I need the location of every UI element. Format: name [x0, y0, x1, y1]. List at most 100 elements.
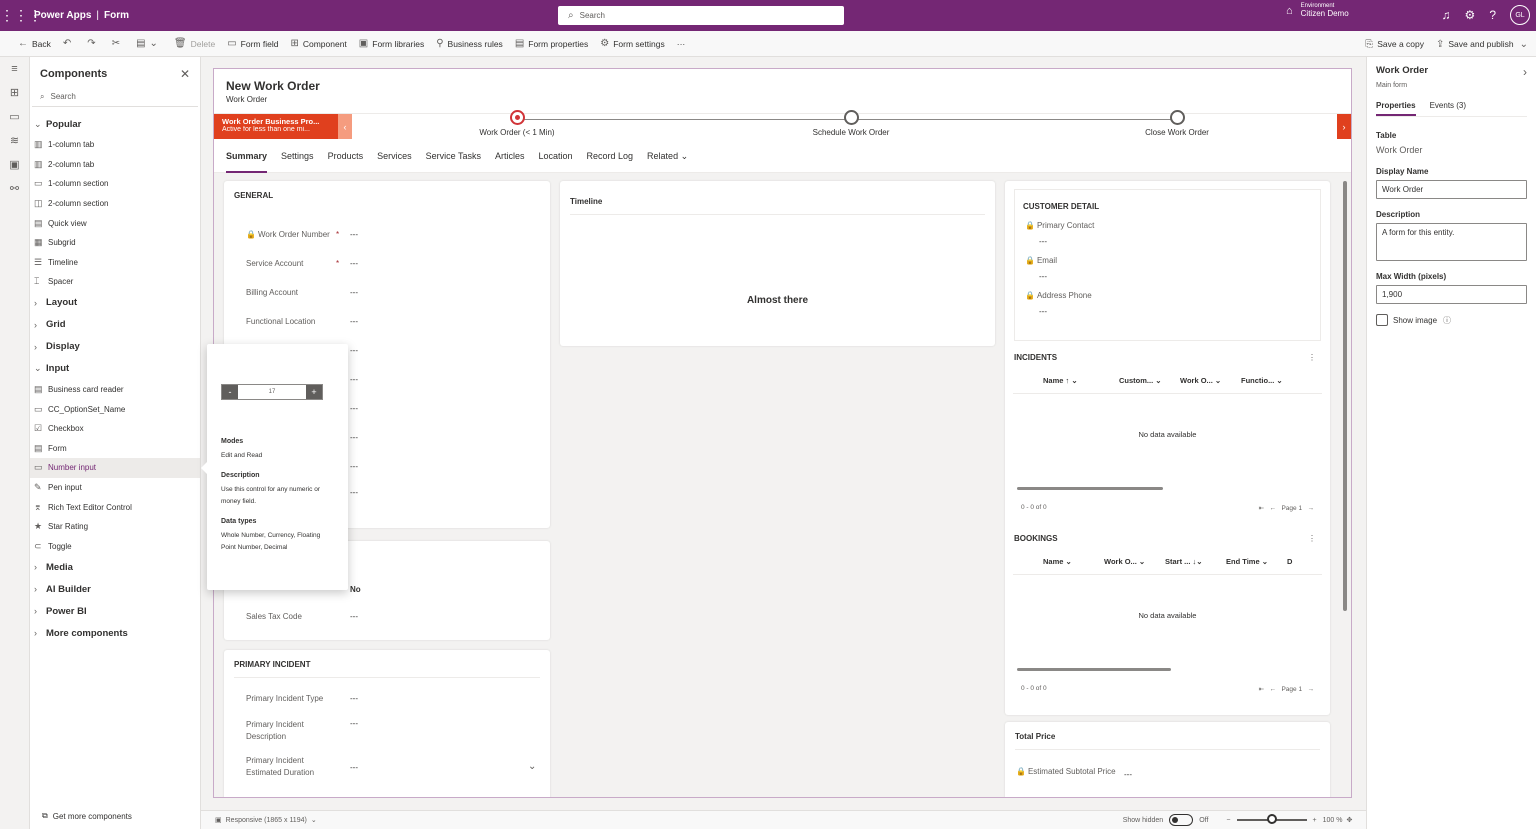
column-header[interactable]: Start ... ↓⌄	[1165, 557, 1226, 566]
display-name-input[interactable]: Work Order	[1376, 180, 1527, 199]
component-item[interactable]: ☰ Timeline	[30, 253, 200, 273]
column-header[interactable]: D	[1287, 557, 1301, 566]
more-commands-button[interactable]: ···	[677, 39, 686, 49]
column-header[interactable]: Functio... ⌄	[1241, 376, 1302, 385]
tab-related[interactable]: Related ⌄	[647, 139, 688, 173]
tab-products[interactable]: Products	[328, 139, 364, 173]
zoom-slider[interactable]	[1236, 814, 1307, 824]
notifications-icon[interactable]: ♫	[1442, 8, 1451, 22]
component-item[interactable]: ★ Star Rating	[30, 517, 200, 537]
table-columns-icon[interactable]: ▭	[0, 105, 29, 129]
responsive-selector[interactable]: Responsive (1865 x 1194)	[226, 817, 307, 824]
group-more-components[interactable]: › More components	[30, 622, 200, 644]
field-primary-incident-description[interactable]: Primary Incident Description ---	[224, 719, 550, 743]
save-copy-button[interactable]: ⎘ Save a copy	[1365, 39, 1424, 50]
section-customer-detail[interactable]: CUSTOMER DETAIL 🔒 Primary Contact --- 🔒 Em…	[1014, 189, 1321, 341]
environment-picker[interactable]: ⌂ Environment Citizen Demo	[1286, 3, 1349, 18]
first-page-icon[interactable]: ⇤	[1259, 505, 1264, 512]
app-launcher-icon[interactable]: ⋮⋮⋮	[0, 7, 42, 24]
tab-settings[interactable]: Settings	[281, 139, 314, 173]
group-grid[interactable]: › Grid	[30, 314, 200, 336]
column-header[interactable]: Work O... ⌄	[1104, 557, 1165, 566]
subgrid-bookings[interactable]: BOOKINGS ⋮ Name ⌄ Work O... ⌄ Start ... ↓…	[1005, 534, 1330, 693]
component-item[interactable]: ⌆ Rich Text Editor Control	[30, 497, 200, 517]
close-icon[interactable]: ✕	[180, 67, 190, 81]
column-header[interactable]: Name ↑ ⌄	[1043, 376, 1119, 385]
tab-record-log[interactable]: Record Log	[587, 139, 634, 173]
form-properties-button[interactable]: ▤ Form properties	[515, 38, 588, 49]
form-field-button[interactable]: ▭ Form field	[227, 38, 278, 49]
group-ai-builder[interactable]: › AI Builder	[30, 578, 200, 600]
tab-properties[interactable]: Properties	[1376, 101, 1416, 116]
field-primary-incident-duration[interactable]: Primary Incident Estimated Duration --- ⌄	[224, 755, 550, 779]
field-email[interactable]: 🔒 Email	[1015, 256, 1320, 265]
component-item[interactable]: ▤ Form	[30, 439, 200, 459]
group-display[interactable]: › Display	[30, 336, 200, 358]
info-icon[interactable]: ⓘ	[1443, 315, 1451, 326]
show-hidden-toggle[interactable]	[1169, 814, 1194, 826]
field-primary-contact[interactable]: 🔒 Primary Contact	[1015, 221, 1320, 230]
bpf-flag[interactable]: Work Order Business Pro... Active for le…	[214, 114, 352, 140]
tab-services[interactable]: Services	[377, 139, 412, 173]
more-vertical-icon[interactable]: ⋮	[1308, 353, 1316, 362]
component-item[interactable]: ▭ 1-column section	[30, 174, 200, 194]
first-page-icon[interactable]: ⇤	[1259, 686, 1264, 693]
description-textarea[interactable]: A form for this entity.	[1376, 223, 1527, 261]
chevron-left-icon[interactable]: ‹	[338, 114, 352, 140]
chevron-down-icon[interactable]: ⌄	[1520, 39, 1528, 50]
column-header[interactable]: Work O... ⌄	[1180, 376, 1241, 385]
delete-button[interactable]: 🗑 Delete	[174, 38, 215, 49]
next-page-icon[interactable]: →	[1308, 505, 1315, 512]
component-item[interactable]: ▦ Subgrid	[30, 233, 200, 253]
scrollbar-thumb[interactable]	[1343, 181, 1347, 611]
vertical-scrollbar[interactable]	[1343, 181, 1348, 611]
group-layout[interactable]: › Layout	[30, 292, 200, 314]
group-media[interactable]: › Media	[30, 556, 200, 578]
field-primary-incident-type[interactable]: Primary Incident Type ---	[224, 694, 550, 703]
chevron-right-icon[interactable]: ›	[1523, 65, 1527, 79]
zoom-out-icon[interactable]: −	[1226, 817, 1230, 824]
stage-close[interactable]: Close Work Order	[1097, 110, 1257, 137]
timeline-panel[interactable]: Timeline Almost there	[560, 181, 995, 346]
form-header[interactable]: New Work Order Work Order	[214, 69, 1351, 113]
business-rules-button[interactable]: ⚲ Business rules	[436, 38, 503, 49]
field-sales-tax-code[interactable]: Sales Tax Code ---	[224, 612, 550, 621]
form-libraries-icon[interactable]: ▣	[0, 153, 29, 177]
tree-view-icon[interactable]: ⚯	[0, 177, 29, 201]
field-address-phone[interactable]: 🔒 Address Phone	[1015, 291, 1320, 300]
horizontal-scrollbar[interactable]	[1017, 487, 1163, 490]
group-input[interactable]: ⌄ Input	[30, 358, 200, 380]
field-work-order-number[interactable]: 🔒 Work Order Number * ---	[224, 230, 550, 239]
cut-button[interactable]: ✂	[112, 38, 124, 49]
field-billing-account[interactable]: Billing Account ---	[224, 288, 550, 297]
subgrid-incidents[interactable]: INCIDENTS ⋮ Name ↑ ⌄ Custom... ⌄ Work O..…	[1005, 353, 1330, 512]
component-item[interactable]: ▤ Quick view	[30, 213, 200, 233]
avatar[interactable]: GL	[1510, 5, 1530, 25]
help-icon[interactable]: ?	[1489, 8, 1496, 22]
section-primary-incident[interactable]: PRIMARY INCIDENT Primary Incident Type --…	[224, 650, 550, 797]
max-width-input[interactable]: 1,900	[1376, 285, 1527, 304]
next-page-icon[interactable]: →	[1308, 686, 1315, 693]
component-item[interactable]: ✎ Pen input	[30, 478, 200, 498]
undo-button[interactable]: ↶	[63, 38, 75, 49]
get-more-components-link[interactable]: ⧉ Get more components	[42, 811, 132, 821]
fit-icon[interactable]: ✥	[1346, 816, 1352, 824]
component-item[interactable]: ▥ 2-column tab	[30, 155, 200, 175]
column-header[interactable]: Name ⌄	[1043, 557, 1104, 566]
component-item[interactable]: ⊂ Toggle	[30, 537, 200, 557]
components-icon[interactable]: ⊞	[0, 81, 29, 105]
tab-articles[interactable]: Articles	[495, 139, 525, 173]
prev-page-icon[interactable]: ←	[1270, 686, 1277, 693]
tab-summary[interactable]: Summary	[226, 139, 268, 173]
horizontal-scrollbar[interactable]	[1017, 668, 1171, 671]
component-item[interactable]: ⌶ Spacer	[30, 272, 200, 292]
tab-service-tasks[interactable]: Service Tasks	[426, 139, 481, 173]
field-service-account[interactable]: Service Account * ---	[224, 259, 550, 268]
component-item-number-input[interactable]: ▭ Number input	[30, 458, 200, 478]
save-publish-button[interactable]: ⇪ Save and publish	[1436, 39, 1514, 50]
global-search-input[interactable]: ⌕ Search	[558, 6, 844, 25]
settings-icon[interactable]: ⚙	[1465, 8, 1476, 22]
tab-events[interactable]: Events (3)	[1430, 101, 1466, 116]
more-vertical-icon[interactable]: ⋮	[1308, 534, 1316, 543]
menu-icon[interactable]: ≡	[0, 57, 29, 81]
